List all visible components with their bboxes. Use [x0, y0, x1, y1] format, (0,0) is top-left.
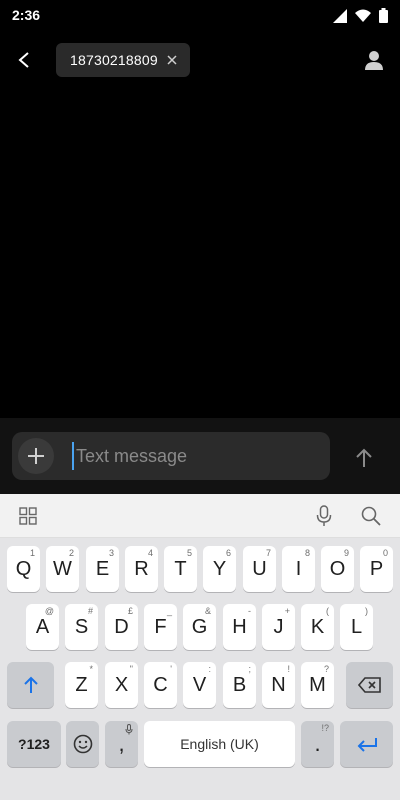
enter-key[interactable]: [340, 721, 393, 767]
key-g[interactable]: & G: [183, 604, 216, 650]
key-m[interactable]: ? M: [301, 662, 334, 708]
key-j[interactable]: + J: [262, 604, 295, 650]
grid-icon: [19, 507, 37, 525]
backspace-icon: [357, 677, 381, 693]
send-button[interactable]: [348, 442, 380, 474]
back-arrow-icon: [18, 52, 29, 68]
plus-icon: [28, 448, 44, 464]
back-button[interactable]: [10, 46, 38, 74]
key-b[interactable]: ; B: [223, 662, 256, 708]
key-t[interactable]: 5T: [164, 546, 197, 592]
key-v[interactable]: :V: [183, 662, 216, 708]
wifi-icon: [355, 9, 371, 22]
space-key[interactable]: English (UK): [144, 721, 295, 767]
arrow-up-icon: [356, 448, 372, 467]
status-bar: 2:36: [0, 0, 400, 30]
key-z[interactable]: * Z: [65, 662, 98, 708]
recipient-number: 18730218809: [70, 52, 158, 68]
voice-input-button[interactable]: [312, 504, 336, 528]
attach-button[interactable]: [18, 438, 54, 474]
key-r[interactable]: 4R: [125, 546, 158, 592]
key-i[interactable]: 8I: [282, 546, 315, 592]
key-h[interactable]: -H: [223, 604, 256, 650]
key-n[interactable]: ! N: [262, 662, 295, 708]
symbols-key[interactable]: ?123: [7, 721, 61, 767]
key-f[interactable]: _ F: [144, 604, 177, 650]
person-icon: [365, 51, 383, 70]
emoji-icon: [73, 734, 92, 754]
key-y[interactable]: 6Y: [203, 546, 236, 592]
key-u[interactable]: 7U: [243, 546, 276, 592]
shift-arrow-icon: [23, 676, 38, 693]
app-bar: 18730218809: [0, 30, 400, 90]
message-input[interactable]: Text message: [72, 442, 312, 470]
key-c[interactable]: ' C: [144, 662, 177, 708]
keyboard-toolbar: [0, 494, 400, 538]
soft-keyboard: 1Q 2W 3E 4R 5T 6Y 7U 8I 9O 0P @ A # S £ D _…: [0, 538, 400, 800]
status-icons: [333, 8, 388, 23]
status-time: 2:36: [12, 7, 41, 23]
compose-box: Text message: [12, 432, 330, 480]
key-l[interactable]: ) L: [340, 604, 373, 650]
key-q[interactable]: 1Q: [7, 546, 40, 592]
keyboard-search-button[interactable]: [359, 504, 383, 528]
remove-recipient-button[interactable]: [164, 52, 180, 68]
recipient-chip[interactable]: 18730218809: [56, 43, 190, 77]
key-x[interactable]: " X: [105, 662, 138, 708]
microphone-icon: [316, 505, 332, 526]
key-e[interactable]: 3E: [86, 546, 119, 592]
battery-icon: [379, 8, 388, 23]
apps-grid-button[interactable]: [16, 504, 40, 528]
key-s[interactable]: # S: [65, 604, 98, 650]
key-d[interactable]: £ D: [105, 604, 138, 650]
contact-button[interactable]: [360, 46, 388, 74]
close-icon: [167, 55, 177, 65]
key-w[interactable]: 2W: [46, 546, 79, 592]
backspace-key[interactable]: [346, 662, 393, 708]
key-a[interactable]: @ A: [26, 604, 59, 650]
compose-area: Text message: [0, 418, 400, 494]
key-k[interactable]: (K: [301, 604, 334, 650]
shift-key[interactable]: [7, 662, 54, 708]
key-p[interactable]: 0P: [360, 546, 393, 592]
emoji-key[interactable]: [66, 721, 99, 767]
key-o[interactable]: 9O: [321, 546, 354, 592]
signal-icon: [333, 8, 347, 23]
period-key[interactable]: !?.: [301, 721, 334, 767]
comma-key[interactable]: ,: [105, 721, 138, 767]
microphone-hint-icon: [125, 724, 133, 735]
enter-arrow-icon: [357, 738, 377, 752]
search-icon: [361, 506, 381, 526]
